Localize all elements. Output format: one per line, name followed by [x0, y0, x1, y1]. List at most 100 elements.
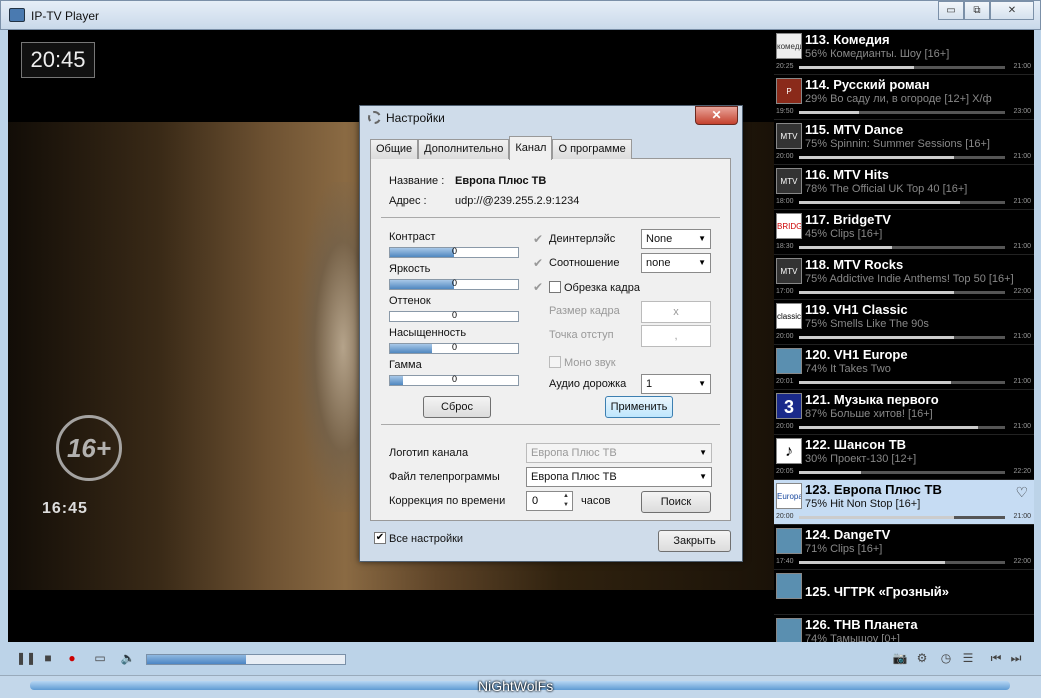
time-correction-stepper[interactable]: 0 ▲ ▼ — [526, 491, 573, 511]
adjust-slider[interactable]: 0 — [389, 374, 519, 386]
epg-file-value: Европа Плюс ТВ — [531, 471, 617, 483]
apply-button[interactable]: Применить — [605, 396, 673, 418]
program-progress-bar — [799, 561, 1005, 564]
deinterlace-select[interactable]: None ▼ — [641, 229, 711, 249]
channel-item[interactable]: MTV 115. MTV Dance 75% Spinnin: Summer Ses… — [774, 120, 1034, 165]
channel-logo: комедия — [776, 33, 802, 59]
program-start-time: 20:00 — [776, 423, 794, 430]
channel-item[interactable]: 120. VH1 Europe 74% It Takes Two 20:01 21:0… — [774, 345, 1034, 390]
offset-input[interactable]: , — [641, 325, 711, 347]
minimize-button[interactable]: ▭ — [938, 1, 964, 20]
time-correction-label: Коррекция по времени — [389, 495, 506, 507]
adjust-slider[interactable]: 0 — [389, 342, 519, 354]
slider-value: 0 — [452, 278, 458, 288]
channel-item[interactable]: комедия113. Комедия56% Комедианты. Шоу [… — [774, 30, 1034, 75]
frame-size-input[interactable]: x — [641, 301, 711, 323]
channel-item[interactable]: 124. DangeTV 71% Clips [16+] 17:40 22:00 — [774, 525, 1034, 570]
aspect-value: none — [646, 257, 671, 269]
program-progress-fill — [799, 66, 915, 69]
slider-fill — [390, 280, 454, 289]
program-progress-bar — [799, 156, 1005, 159]
folder-icon[interactable]: ▭ — [92, 650, 108, 666]
channel-item[interactable]: Europa 123. Европа Плюс ТВ 75% Hit Non Sto… — [774, 480, 1034, 525]
program-end-time: 21:00 — [1013, 423, 1031, 430]
channel-name: 121. Музыка первого — [805, 392, 939, 407]
program-start-time: 20:00 — [776, 153, 794, 160]
playlist-icon[interactable]: ☰ — [960, 650, 976, 666]
channel-name: 119. VH1 Classic — [805, 302, 908, 317]
pause-icon[interactable]: ❚❚ — [16, 650, 36, 666]
epg-file-select[interactable]: Европа Плюс ТВ ▼ — [526, 467, 712, 487]
settings-icon[interactable]: ⚙ — [914, 650, 930, 666]
clock-icon[interactable]: ◷ — [938, 650, 954, 666]
channel-logo: ♪ — [776, 438, 802, 464]
channel-name: 122. Шансон ТВ — [805, 437, 907, 452]
video-overlay-time: 16:45 — [42, 500, 88, 517]
reset-button[interactable]: Сброс — [423, 396, 491, 418]
channel-item[interactable]: MTV 116. MTV Hits 78% The Official UK Top … — [774, 165, 1034, 210]
divider — [381, 424, 720, 425]
address-label: Адрес : — [389, 195, 427, 207]
search-button[interactable]: Поиск — [641, 491, 711, 513]
channel-item[interactable]: 3 121. Музыка первого 87% Больше хитов! [1… — [774, 390, 1034, 435]
audio-track-select[interactable]: 1 ▼ — [641, 374, 711, 394]
all-settings-checkbox[interactable]: ✔ — [374, 532, 386, 544]
slider-label: Контраст — [389, 231, 436, 243]
program-progress-fill — [799, 246, 892, 249]
close-window-button[interactable]: ✕ — [990, 1, 1034, 20]
channel-item[interactable]: 125. ЧГТРК «Грозный» — [774, 570, 1034, 615]
slider-fill — [390, 344, 433, 353]
channel-item[interactable]: classic 119. VH1 Classic 75% Smells Like T… — [774, 300, 1034, 345]
tab-0[interactable]: Общие — [370, 139, 419, 159]
channel-program: 78% The Official UK Top 40 [16+] — [805, 183, 968, 195]
chevron-down-icon: ▼ — [698, 258, 706, 267]
tab-3[interactable]: О программе — [552, 139, 632, 159]
maximize-button[interactable]: ⧉ — [964, 1, 990, 20]
title-bar: IP-TV Player ▭ ⧉ ✕ — [0, 0, 1041, 30]
age-rating-badge: 16+ — [56, 415, 122, 481]
next-icon[interactable]: ⏭ — [1008, 650, 1024, 666]
spin-up-icon[interactable]: ▲ — [560, 492, 572, 501]
channel-item[interactable]: MTV 118. MTV Rocks 75% Addictive Indie Ant… — [774, 255, 1034, 300]
tab-2[interactable]: Канал — [509, 136, 553, 160]
aspect-select[interactable]: none ▼ — [641, 253, 711, 273]
prev-icon[interactable]: ⏮ — [988, 650, 1004, 666]
time-correction-value: 0 — [532, 495, 539, 507]
channel-list: комедия113. Комедия56% Комедианты. Шоу [… — [774, 30, 1034, 642]
channel-item[interactable]: ♪ 122. Шансон ТВ 30% Проект-130 [12+] 20:05… — [774, 435, 1034, 480]
channel-item[interactable]: BRIDGE117. BridgeTV45% Clips [16+] 18:30 2… — [774, 210, 1034, 255]
favorite-heart-icon[interactable]: ♡ — [1015, 484, 1028, 501]
chevron-down-icon: ▼ — [698, 379, 706, 388]
camera-icon[interactable]: 📷 — [892, 650, 908, 666]
dialog-close-button[interactable]: ✕ — [695, 106, 738, 125]
channel-item[interactable]: P 114. Русский роман 29% Во саду ли, в ого… — [774, 75, 1034, 120]
seek-bar[interactable] — [146, 654, 346, 665]
crop-label: Обрезка кадра — [564, 282, 640, 294]
slider-label: Яркость — [389, 263, 431, 275]
channel-name: 118. MTV Rocks — [805, 257, 904, 272]
channel-logo: BRIDGE — [776, 213, 802, 239]
adjust-slider[interactable]: 0 — [389, 246, 519, 258]
program-progress-bar — [799, 336, 1005, 339]
logo-select[interactable]: Европа Плюс ТВ ▼ — [526, 443, 712, 463]
channel-item[interactable]: 126. ТНВ Планета 74% Тамышоу [0+] — [774, 615, 1034, 642]
tab-1[interactable]: Дополнительно — [418, 139, 510, 159]
deinterlace-label: Деинтерлэйс — [549, 233, 616, 245]
name-value: Европа Плюс ТВ — [455, 175, 547, 187]
channel-logo: MTV — [776, 168, 802, 194]
channel-name: 117. BridgeTV — [805, 212, 891, 227]
status-bar: NiGhtWolFs — [0, 675, 1041, 698]
close-dialog-button[interactable]: Закрыть — [658, 530, 731, 552]
program-end-time: 21:00 — [1013, 63, 1031, 70]
stop-icon[interactable]: ■ — [40, 650, 56, 666]
logo-label: Логотип канала — [389, 447, 469, 459]
channel-program: 74% Тамышоу [0+] — [805, 633, 900, 642]
adjust-slider[interactable]: 0 — [389, 278, 519, 290]
volume-icon[interactable]: 🔈 — [120, 650, 136, 666]
mono-checkbox[interactable] — [549, 356, 561, 368]
spin-down-icon[interactable]: ▼ — [560, 501, 572, 510]
adjust-slider[interactable]: 0 — [389, 310, 519, 322]
crop-checkbox[interactable] — [549, 281, 561, 293]
record-icon[interactable]: ● — [64, 650, 80, 666]
program-progress-bar — [799, 471, 1005, 474]
